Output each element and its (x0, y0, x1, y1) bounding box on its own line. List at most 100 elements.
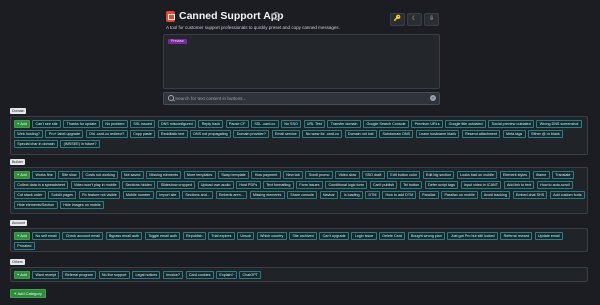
canned-message-button[interactable]: How to add DTM (382, 191, 417, 199)
canned-message-button[interactable]: Form issues (296, 181, 323, 189)
canned-message-button[interactable]: Costs not working (82, 171, 119, 179)
canned-message-button[interactable]: Edit big section (422, 171, 455, 179)
canned-message-button[interactable]: Can't upgrade (319, 232, 349, 240)
add-category-button[interactable]: Add Category (10, 289, 46, 298)
canned-message-button[interactable]: ChatGPT (239, 271, 262, 279)
canned-message-button[interactable]: How to auto-scroll (536, 181, 573, 189)
canned-message-button[interactable]: Missing elements (249, 191, 285, 199)
canned-message-button[interactable]: Subdir pages (48, 191, 77, 199)
canned-message-button[interactable]: Delete Card (379, 232, 406, 240)
canned-message-button[interactable]: Bought wrong plan (407, 232, 446, 240)
canned-message-button[interactable]: Edit button color (387, 171, 421, 179)
canned-message-button[interactable]: Invoice? (162, 271, 184, 279)
canned-message-button[interactable]: Embeds aren... (215, 191, 248, 199)
canned-message-button[interactable]: No problem (102, 120, 128, 128)
canned-message-button[interactable]: Thanks for update (63, 120, 100, 128)
canned-message-button[interactable]: No SSO (280, 120, 302, 128)
canned-message-button[interactable]: New tab (282, 171, 304, 179)
canned-message-button[interactable]: Pro+ label upgrade (45, 130, 84, 138)
canned-message-button[interactable]: Card cookies (185, 271, 214, 279)
canned-message-button[interactable]: Just got Pro but still locked (447, 232, 498, 240)
canned-message-button[interactable]: URL Test (303, 120, 326, 128)
canned-message-button[interactable]: Tel button (399, 181, 423, 189)
search-input[interactable] (175, 93, 425, 104)
canned-message-button[interactable]: DNS not propagating (189, 130, 232, 138)
canned-message-button[interactable]: How payment (251, 171, 281, 179)
canned-message-button[interactable]: Pause CF (225, 120, 249, 128)
canned-message-button[interactable]: Import site (155, 191, 180, 199)
canned-message-button[interactable]: Meta tags (502, 130, 526, 138)
canned-message-button[interactable]: No live support (98, 271, 130, 279)
canned-message-button[interactable]: Check account email (62, 232, 104, 240)
canned-message-button[interactable]: Video won't play in mobile (70, 181, 120, 189)
canned-message-button[interactable]: Hide images on mobile (59, 201, 104, 209)
canned-message-button[interactable]: Site archived (289, 232, 317, 240)
canned-message-button[interactable]: Subdomain DNS (379, 130, 414, 138)
canned-message-button[interactable]: Want receipt (32, 271, 60, 279)
canned-message-button[interactable]: Premium URLs (411, 120, 443, 128)
add-button[interactable]: Add (14, 171, 30, 179)
canned-message-button[interactable]: SSO draft (361, 171, 385, 179)
canned-message-button[interactable]: Upload own audio (197, 181, 234, 189)
info-icon[interactable]: i (272, 12, 280, 20)
canned-message-button[interactable]: Defer script tags (424, 181, 459, 189)
theme-toggle-button[interactable]: ☾ (407, 13, 422, 26)
canned-message-button[interactable]: No www for .card.co (302, 130, 343, 138)
canned-message-button[interactable]: Share console (287, 191, 318, 199)
canned-message-button[interactable]: Add custom fonts (549, 191, 585, 199)
canned-message-button[interactable]: Slideshow cropped (157, 181, 196, 189)
canned-message-button[interactable]: Conditional logic form (325, 181, 368, 189)
canned-message-button[interactable]: Login issue (351, 232, 377, 240)
canned-message-button[interactable]: Redditatic text (157, 130, 188, 138)
canned-message-button[interactable]: Resend attachment (461, 130, 501, 138)
canned-message-button[interactable]: Works fine (32, 171, 57, 179)
canned-message-button[interactable]: Sections and... (182, 191, 214, 199)
canned-message-button[interactable]: (IMSSEE) in future? (60, 140, 100, 148)
canned-message-button[interactable]: Video slow (335, 171, 360, 179)
canned-message-button[interactable]: Not saved (120, 171, 144, 179)
canned-message-button[interactable]: Missing elements (146, 171, 182, 179)
canned-message-button[interactable]: Referral reward (500, 232, 533, 240)
canned-message-button[interactable]: Navbar (319, 191, 339, 199)
canned-message-button[interactable]: Parallax (418, 191, 439, 199)
canned-message-button[interactable]: Old .card.co redirect? (85, 130, 128, 138)
canned-message-button[interactable]: Social preview outdated (488, 120, 535, 128)
canned-message-button[interactable]: Sections hidden (122, 181, 156, 189)
canned-message-button[interactable]: Update email (534, 232, 564, 240)
canned-message-button[interactable]: Avoid tracking (480, 191, 511, 199)
canned-message-button[interactable]: More templates (183, 171, 216, 179)
canned-message-button[interactable]: Site slow (58, 171, 80, 179)
canned-message-button[interactable]: SSL issued (130, 120, 156, 128)
canned-message-button[interactable]: iframe (532, 171, 550, 179)
canned-message-button[interactable]: Explain? (216, 271, 237, 279)
canned-message-button[interactable]: Domain not lost (344, 130, 377, 138)
canned-message-button[interactable]: Either @ or blank (527, 130, 564, 138)
canned-message-button[interactable]: Wrong DNS screenshot (536, 120, 582, 128)
clear-icon[interactable]: × (430, 95, 436, 101)
canned-message-button[interactable]: Unsub (237, 232, 255, 240)
canned-message-button[interactable]: Ix loading (340, 191, 363, 199)
canned-message-button[interactable]: SSL .card.co (251, 120, 279, 128)
canned-message-button[interactable]: Add link to text (503, 181, 535, 189)
canned-message-button[interactable]: Email service (271, 130, 301, 138)
download-button[interactable]: ⇩ (424, 13, 439, 26)
canned-message-button[interactable]: Can't see site (32, 120, 61, 128)
canned-message-button[interactable]: Scroll promo (305, 171, 333, 179)
canned-message-button[interactable]: Which country (256, 232, 287, 240)
canned-message-button[interactable]: Element styles (499, 171, 531, 179)
canned-message-button[interactable]: Embed chat SHS (512, 191, 548, 199)
add-button[interactable]: Add (14, 232, 30, 240)
search-bar[interactable]: × (163, 92, 440, 105)
canned-message-button[interactable]: Can't publish (369, 181, 398, 189)
add-button[interactable]: Add (14, 271, 30, 279)
canned-message-button[interactable]: Translate (551, 171, 574, 179)
canned-message-button[interactable]: Collect data in a spreadsheet (14, 181, 69, 189)
canned-message-button[interactable]: Swap template (218, 171, 250, 179)
canned-message-button[interactable]: Google Search Console (363, 120, 409, 128)
canned-message-button[interactable]: Google title outdated (445, 120, 486, 128)
canned-message-button[interactable]: Special char in domain (14, 140, 58, 148)
canned-message-button[interactable]: Toggle email auth (144, 232, 181, 240)
canned-message-button[interactable]: Domain provider? (233, 130, 270, 138)
canned-message-button[interactable]: Looks bad on mobile (456, 171, 498, 179)
canned-message-button[interactable]: Hide elements/Section (14, 201, 58, 209)
